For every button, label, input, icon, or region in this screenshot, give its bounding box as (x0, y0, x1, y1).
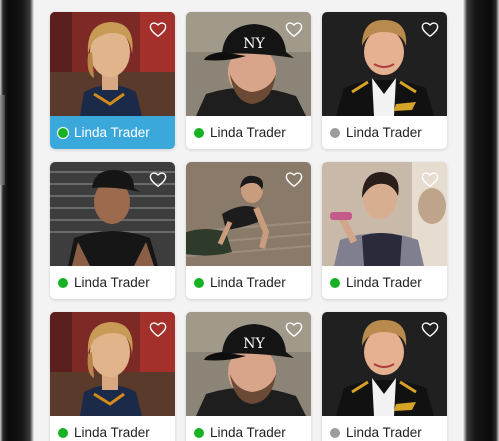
profile-name: Linda Trader (346, 275, 422, 290)
status-indicator (330, 127, 340, 138)
profile-name: Linda Trader (346, 425, 422, 440)
profile-name: Linda Trader (346, 125, 422, 140)
status-indicator (58, 277, 68, 288)
profile-card[interactable]: Linda Trader (322, 12, 447, 149)
profile-card[interactable]: Linda Trader (322, 312, 447, 441)
profile-footer: Linda Trader (50, 266, 175, 299)
profile-footer: Linda Trader (50, 416, 175, 441)
favorite-heart-icon[interactable] (285, 321, 303, 338)
status-indicator (58, 127, 68, 138)
profile-card[interactable]: Linda Trader (322, 162, 447, 299)
favorite-heart-icon[interactable] (149, 321, 167, 338)
profile-grid-screen: Linda Trader NY Linda Trader Linda Trade… (34, 0, 463, 441)
favorite-heart-icon[interactable] (149, 171, 167, 188)
profile-card[interactable]: NY Linda Trader (186, 12, 311, 149)
favorite-heart-icon[interactable] (421, 171, 439, 188)
favorite-heart-icon[interactable] (285, 171, 303, 188)
profile-name: Linda Trader (210, 275, 286, 290)
device-frame-right (463, 0, 499, 441)
profile-footer: Linda Trader (50, 116, 175, 149)
profile-footer: Linda Trader (186, 416, 311, 441)
profile-name: Linda Trader (74, 125, 150, 140)
profile-footer: Linda Trader (186, 266, 311, 299)
profile-name: Linda Trader (210, 125, 286, 140)
profile-card[interactable]: Linda Trader (50, 162, 175, 299)
svg-text:NY: NY (243, 336, 265, 352)
profile-footer: Linda Trader (186, 116, 311, 149)
profile-card[interactable]: Linda Trader (50, 312, 175, 441)
profile-name: Linda Trader (74, 275, 150, 290)
profile-card[interactable]: NY Linda Trader (186, 312, 311, 441)
favorite-heart-icon[interactable] (421, 21, 439, 38)
favorite-heart-icon[interactable] (149, 21, 167, 38)
profile-footer: Linda Trader (322, 416, 447, 441)
status-indicator (330, 277, 340, 288)
status-indicator (58, 427, 68, 438)
profile-name: Linda Trader (74, 425, 150, 440)
status-indicator (194, 127, 204, 138)
svg-text:NY: NY (243, 36, 265, 52)
profile-card[interactable]: Linda Trader (50, 12, 175, 149)
status-indicator (330, 427, 340, 438)
profile-footer: Linda Trader (322, 116, 447, 149)
status-indicator (194, 427, 204, 438)
device-frame-left (0, 0, 34, 441)
favorite-heart-icon[interactable] (421, 321, 439, 338)
profile-card[interactable]: Linda Trader (186, 162, 311, 299)
favorite-heart-icon[interactable] (285, 21, 303, 38)
profile-footer: Linda Trader (322, 266, 447, 299)
profile-name: Linda Trader (210, 425, 286, 440)
status-indicator (194, 277, 204, 288)
